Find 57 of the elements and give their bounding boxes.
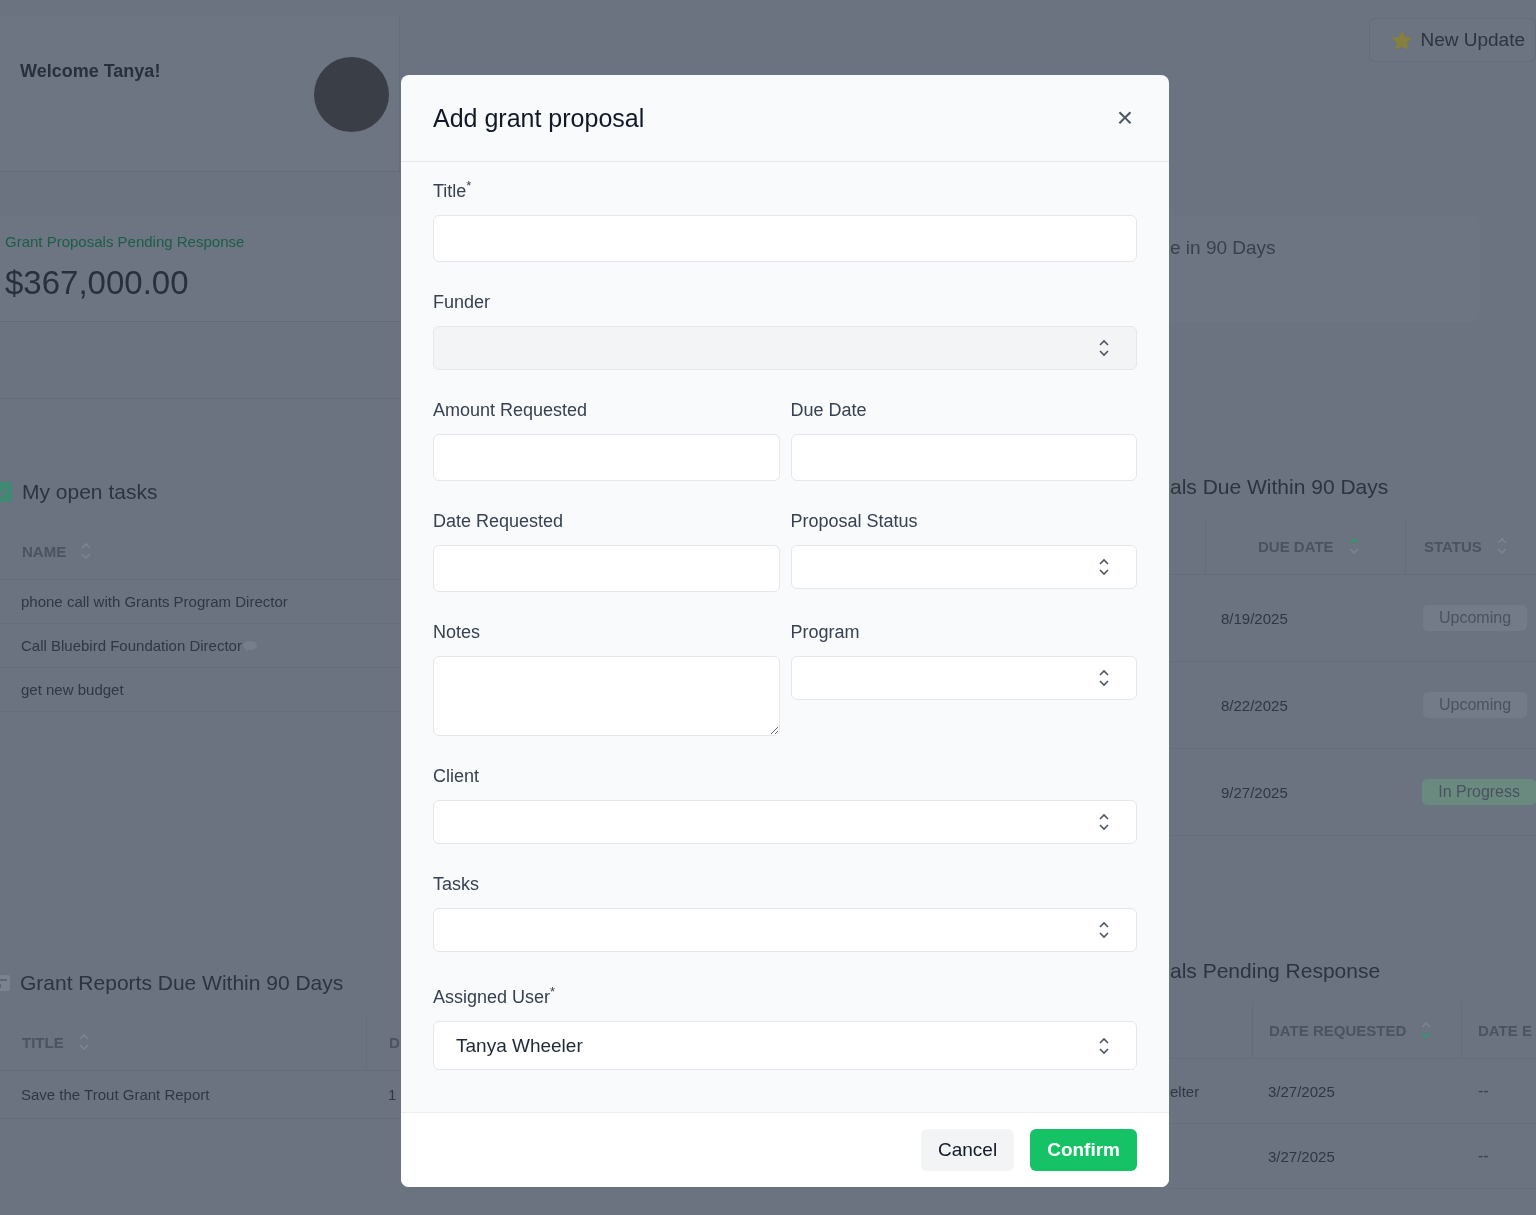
section-title: Grant Reports Due Within 90 Days [20,971,344,995]
chevron-icon [1098,339,1110,357]
field-label: Client [433,765,481,788]
field-label: Assigned User$^{*}$ [433,983,557,1009]
new-updates-button[interactable]: New Update [1369,18,1536,62]
field-label: Program [790,621,861,644]
chevron-icon [1098,558,1110,576]
text-field[interactable] [790,434,1137,481]
table-cell: 3/27/2025 [1268,1082,1335,1100]
star-icon [1392,30,1413,50]
select-field[interactable] [433,800,1137,844]
field-label: Date Requested [433,510,565,533]
table-cell-text: get new budget [20,681,124,698]
table-cell-text: Call Bluebird Foundation Director [20,637,242,654]
select-field[interactable] [433,908,1137,952]
field-label: Title$^{*}$ [433,177,473,203]
select-field[interactable] [790,656,1137,700]
chevron-icon [1098,1036,1110,1055]
table-cell-text: Save the Trout Grant Report [20,1086,211,1103]
section-title: My open tasks [22,480,158,504]
table-cell-text: 1 [387,1086,397,1103]
field-label: Due Date [790,399,868,422]
table-cell-text: 8/19/2025 [1220,609,1289,627]
section-title: als Pending Response [1170,959,1381,983]
select-value: Tanya Wheeler [456,1034,583,1057]
dialog-title: Add grant proposal [433,103,645,133]
sort-icon[interactable] [1420,1020,1433,1040]
table-cell: -- [1478,1147,1489,1165]
text-field[interactable] [433,434,780,481]
chevron-icon [1098,813,1110,831]
cancel-button[interactable]: Cancel [921,1129,1015,1171]
text-field[interactable] [433,215,1137,262]
confirm-button[interactable]: Confirm [1030,1129,1137,1171]
stat-value: $367,000.00 [5,264,190,302]
section-title: als Due Within 90 Days [1170,475,1389,499]
status-badge: In Progress [1422,779,1536,805]
table-cell: elter [1170,1082,1200,1100]
sort-icon[interactable] [1347,536,1360,556]
field-label: Proposal Status [790,510,919,533]
select-field[interactable]: Tanya Wheeler [433,1021,1137,1070]
chevron-icon [1098,921,1110,939]
field-label: Amount Requested [433,399,589,422]
table-cell: -- [1478,1082,1489,1100]
field-label: Notes [433,621,482,644]
text-field[interactable] [433,545,780,592]
field-label: Tasks [433,873,480,896]
field-label: Funder [433,291,492,314]
close-button[interactable]: × [1112,104,1137,132]
chevron-icon [1098,669,1110,687]
table-cell-text: phone call with Grants Program Director [20,593,288,610]
table-cell: 3/27/2025 [1268,1147,1335,1165]
text-area[interactable] [433,656,780,736]
table-cell-text: 8/22/2025 [1220,696,1289,714]
welcome-text: Welcome Tanya! [20,61,161,82]
stat-label: Grant Proposals Pending Response [5,233,246,250]
table-cell-text: 9/27/2025 [1220,783,1289,801]
select-field[interactable] [790,545,1137,589]
